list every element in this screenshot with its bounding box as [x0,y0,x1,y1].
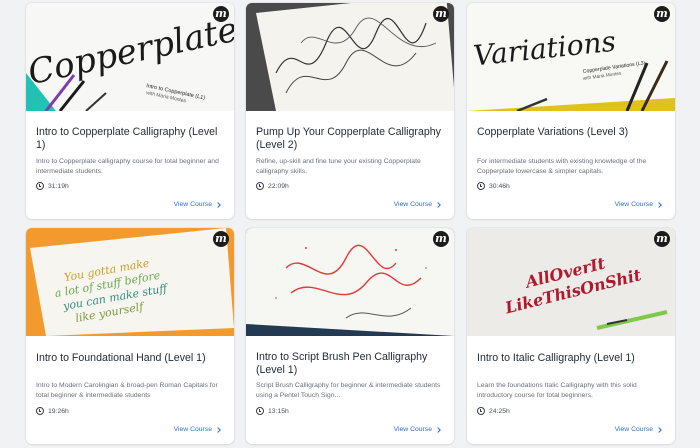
course-description: Script Brush Calligraphy for beginner & … [256,382,441,399]
course-title[interactable]: Intro to Copperplate Calligraphy (Level … [36,126,226,152]
view-course-label[interactable]: View Course [394,426,432,433]
brush-pen-thumbnail-art [246,228,454,336]
course-description: Intro to Copperplate calligraphy course … [36,158,219,175]
course-duration: 19:26h [36,407,69,415]
course-card[interactable]: m Intro to Script Brush Pen Calligraphy … [246,228,454,444]
course-description: Refine, up-skill and fine tune your exis… [256,158,421,175]
course-card[interactable]: m Pump Up Your Copperplate Calligraphy (… [246,3,454,219]
course-description: For intermediate students with existing … [477,158,647,175]
clock-icon [477,407,485,415]
duration-label: 22:09h [268,182,289,190]
chevron-right-icon [215,201,221,208]
view-course-label[interactable]: View Course [394,201,432,208]
course-description: Learn the foundations Italic Calligraphy… [477,382,637,399]
copperplate-level2-thumbnail-art [246,3,454,111]
course-duration: 31:19h [36,182,69,190]
view-course-link[interactable]: View Course [174,426,221,433]
duration-label: 19:26h [48,407,69,415]
view-course-label[interactable]: View Course [615,426,653,433]
clock-icon [36,182,44,190]
brand-logo-icon: m [654,6,670,22]
view-course-link[interactable]: View Course [174,201,221,208]
course-title[interactable]: Intro to Foundational Hand (Level 1) [36,352,226,365]
brand-logo-icon: m [433,231,449,247]
view-course-link[interactable]: View Course [394,426,441,433]
duration-label: 24:25h [489,407,510,415]
course-title[interactable]: Intro to Script Brush Pen Calligraphy (L… [256,351,446,377]
italic-thumbnail-art: AllOverIt LikeThisOnShit [467,228,675,336]
course-description: Intro to Modern Carolingian & broad-pen … [36,382,218,399]
course-duration: 22:09h [256,182,289,190]
course-duration: 13:15h [256,407,289,415]
view-course-label[interactable]: View Course [174,426,212,433]
course-thumbnail[interactable]: Copperplate Intro to Copperplate (L1) wi… [26,3,234,111]
course-thumbnail[interactable]: Variations Copperplate Variations (L3) w… [467,3,675,111]
view-course-link[interactable]: View Course [615,426,662,433]
view-course-link[interactable]: View Course [394,201,441,208]
clock-icon [477,182,485,190]
chevron-right-icon [435,426,441,433]
course-card[interactable]: AllOverIt LikeThisOnShit m Intro to Ital… [467,228,675,444]
course-card[interactable]: You gotta make a lot of stuff before you… [26,228,234,444]
course-duration: 24:25h [477,407,510,415]
course-card[interactable]: Variations Copperplate Variations (L3) w… [467,3,675,219]
chevron-right-icon [215,426,221,433]
variations-thumbnail-art: Variations Copperplate Variations (L3) w… [467,3,675,111]
course-thumbnail[interactable]: m [246,3,454,111]
foundational-hand-thumbnail-art: You gotta make a lot of stuff before you… [26,228,234,336]
course-title[interactable]: Intro to Italic Calligraphy (Level 1) [477,352,667,365]
brand-logo-icon: m [213,6,229,22]
view-course-link[interactable]: View Course [615,201,662,208]
course-grid: Copperplate Intro to Copperplate (L1) wi… [0,0,700,448]
course-title[interactable]: Copperplate Variations (Level 3) [477,126,667,139]
chevron-right-icon [435,201,441,208]
clock-icon [36,407,44,415]
course-duration: 30:46h [477,182,510,190]
chevron-right-icon [656,426,662,433]
brand-logo-icon: m [213,231,229,247]
duration-label: 31:19h [48,182,69,190]
chevron-right-icon [656,201,662,208]
course-title[interactable]: Pump Up Your Copperplate Calligraphy (Le… [256,126,446,152]
course-thumbnail[interactable]: AllOverIt LikeThisOnShit m [467,228,675,336]
course-thumbnail[interactable]: You gotta make a lot of stuff before you… [26,228,234,336]
course-card[interactable]: Copperplate Intro to Copperplate (L1) wi… [26,3,234,219]
clock-icon [256,182,264,190]
brand-logo-icon: m [433,6,449,22]
brand-logo-icon: m [654,231,670,247]
duration-label: 30:46h [489,182,510,190]
view-course-label[interactable]: View Course [174,201,212,208]
copperplate-thumbnail-art: Copperplate Intro to Copperplate (L1) wi… [26,3,234,111]
view-course-label[interactable]: View Course [615,201,653,208]
duration-label: 13:15h [268,407,289,415]
course-thumbnail[interactable]: m [246,228,454,336]
clock-icon [256,407,264,415]
